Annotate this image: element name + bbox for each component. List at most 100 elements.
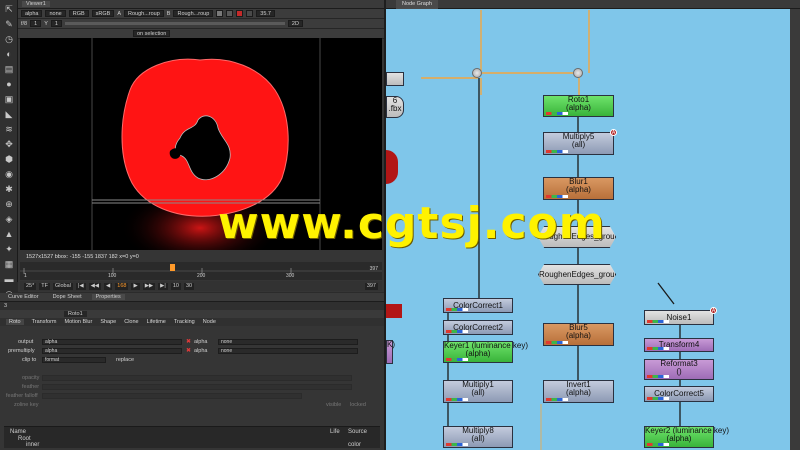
deep-icon[interactable]: ▦ <box>2 258 16 270</box>
roi-mode-dropdown[interactable]: on selection <box>133 30 171 37</box>
subtab-lifetime[interactable]: Lifetime <box>147 319 166 325</box>
frame-field[interactable]: 1 <box>30 20 42 27</box>
subtab-tracking[interactable]: Tracking <box>174 319 195 325</box>
clock-icon[interactable]: ◷ <box>2 33 16 45</box>
next-key-icon[interactable]: ▶▶ <box>142 282 156 290</box>
node-colorcorrect5[interactable]: ColorCorrect5 <box>644 386 714 402</box>
gamma-swatch[interactable] <box>226 10 234 17</box>
toolsets-icon[interactable]: ⊕ <box>2 198 16 210</box>
gain-swatch[interactable] <box>216 10 224 17</box>
tab-properties[interactable]: Properties <box>91 294 125 300</box>
prev-key-icon[interactable]: ◀◀ <box>88 282 102 290</box>
view-mode-dropdown[interactable]: 2D <box>287 20 303 27</box>
subtab-transform[interactable]: Transform <box>32 319 57 325</box>
tree-item-inner[interactable]: inner <box>26 442 39 448</box>
3d-icon[interactable]: ⬢ <box>2 153 16 165</box>
offscreen-node[interactable]: K) <box>386 340 395 364</box>
node-keyer2[interactable]: Keyer2 (luminance key) (alpha) <box>644 426 729 448</box>
node-noise1[interactable]: Noise1 A <box>644 307 717 325</box>
node-blur1[interactable]: Blur1 (alpha) <box>543 177 614 200</box>
tool-palette: ⇱ ✎ ◷ ◐ ▤ ● ▣ ◣ ≋ ✥ ⬢ ◉ ✱ ⊕ ◈ ▲ ✦ ▦ ▬ ◎ … <box>0 0 18 314</box>
gain-field[interactable]: 35.7 <box>256 10 275 17</box>
play-icon[interactable]: ▶ <box>131 282 140 290</box>
node-name-field[interactable]: Roto1 <box>64 311 87 317</box>
subtab-motion-blur[interactable]: Motion Blur <box>64 319 92 325</box>
output-channel-dropdown[interactable]: none <box>218 339 358 345</box>
metadata-icon[interactable]: ✱ <box>2 183 16 195</box>
offscreen-node[interactable] <box>386 72 404 86</box>
node-reformat3[interactable]: Reformat3() <box>644 359 714 380</box>
gamma-slider[interactable] <box>64 22 285 25</box>
global-dropdown[interactable]: Global <box>53 282 73 290</box>
locked-checkbox-label[interactable]: locked <box>350 402 366 408</box>
node-keyer1[interactable]: Keyer1 (luminance key) (alpha) <box>443 341 528 363</box>
play-back-icon[interactable]: ◀ <box>104 282 113 290</box>
transform-icon[interactable]: ✥ <box>2 138 16 150</box>
clip-warning-swatch[interactable] <box>236 10 244 17</box>
increment-field[interactable]: 10 <box>170 282 181 290</box>
feather-falloff-slider[interactable] <box>42 393 302 399</box>
node-transform4[interactable]: Transform4 <box>644 338 714 352</box>
channel-x-icon[interactable]: ✖ <box>186 347 191 354</box>
premultiply-channel-dropdown[interactable]: none <box>218 348 358 354</box>
tf-dropdown[interactable]: TF <box>39 282 50 290</box>
input-a-dropdown[interactable]: Rough...roup <box>123 10 164 17</box>
clip-dropdown[interactable]: format <box>42 357 106 363</box>
keyer-icon[interactable]: ◣ <box>2 108 16 120</box>
tab-viewer1[interactable]: Viewer1 <box>22 1 50 7</box>
subtab-node[interactable]: Node <box>203 319 216 325</box>
palette-icon[interactable]: ◐ <box>2 48 16 60</box>
furnace-icon[interactable]: ▲ <box>2 228 16 240</box>
plugins-icon[interactable]: ▬ <box>2 273 16 285</box>
node-roughenedges-group2[interactable]: RoughenEdges_group2 <box>538 264 616 285</box>
color-icon[interactable]: ● <box>2 78 16 90</box>
pointer-tool-icon[interactable]: ⇱ <box>2 3 16 15</box>
node-colorcorrect2[interactable]: ColorCorrect2 <box>443 320 513 335</box>
brush-icon[interactable]: ✎ <box>2 18 16 30</box>
views-icon[interactable]: ◉ <box>2 168 16 180</box>
first-frame-icon[interactable]: |◀ <box>75 282 86 290</box>
node-multiply1[interactable]: Multiply1 (all) <box>443 380 513 403</box>
input-b-dropdown[interactable]: Rough...roup <box>173 10 214 17</box>
node-roto1[interactable]: Roto1 (alpha) <box>543 95 614 117</box>
subtab-shape[interactable]: Shape <box>100 319 116 325</box>
replace-checkbox-label[interactable]: replace <box>116 357 134 363</box>
tab-dope-sheet[interactable]: Dope Sheet <box>49 294 86 300</box>
mask-dropdown[interactable]: none <box>45 10 66 17</box>
dot-node[interactable] <box>472 68 482 78</box>
tab-curve-editor[interactable]: Curve Editor <box>4 294 43 300</box>
particles-icon[interactable]: ✦ <box>2 243 16 255</box>
channel-icon[interactable]: ▤ <box>2 63 16 75</box>
subtab-clone[interactable]: Clone <box>124 319 138 325</box>
subtab-roto[interactable]: Roto <box>6 319 24 325</box>
opacity-slider[interactable] <box>42 375 352 381</box>
offscreen-read-node[interactable]: 6 .fbx <box>386 96 404 118</box>
node-invert1[interactable]: Invert1 (alpha) <box>543 380 614 403</box>
skip-field[interactable]: 30 <box>183 282 195 290</box>
premultiply-dropdown[interactable]: alpha <box>42 348 182 354</box>
playhead[interactable] <box>170 264 175 271</box>
display-channel-dropdown[interactable]: RGB <box>68 10 89 17</box>
end-frame-field[interactable]: 397 <box>364 282 378 290</box>
filter-icon[interactable]: ▣ <box>2 93 16 105</box>
fps-field[interactable]: 25* <box>24 282 37 290</box>
node-blur5[interactable]: Blur5 (alpha) <box>543 323 614 346</box>
lut-dropdown[interactable]: sRGB <box>91 10 115 17</box>
node-multiply8[interactable]: Multiply8 (all) <box>443 426 513 448</box>
node-multiply5[interactable]: Multiply5 (all) A <box>543 129 617 155</box>
merge-icon[interactable]: ≋ <box>2 123 16 135</box>
proxy-swatch[interactable] <box>246 10 254 17</box>
offscreen-node[interactable] <box>386 304 402 318</box>
output-dropdown[interactable]: alpha <box>42 339 182 345</box>
other-icon[interactable]: ◈ <box>2 213 16 225</box>
dot-node[interactable] <box>573 68 583 78</box>
layer-dropdown[interactable]: alpha <box>21 10 43 17</box>
channel-x-icon[interactable]: ✖ <box>186 338 191 345</box>
last-frame-icon[interactable]: ▶| <box>158 282 168 290</box>
visible-checkbox-label[interactable]: visible <box>326 402 341 408</box>
timeline[interactable]: 1 100 200 300 397 <box>20 262 382 280</box>
current-frame-field[interactable]: 168 <box>115 282 129 290</box>
feather-slider[interactable] <box>42 384 352 390</box>
y-field[interactable]: 1 <box>50 20 62 27</box>
node-colorcorrect1[interactable]: ColorCorrect1 <box>443 298 513 313</box>
